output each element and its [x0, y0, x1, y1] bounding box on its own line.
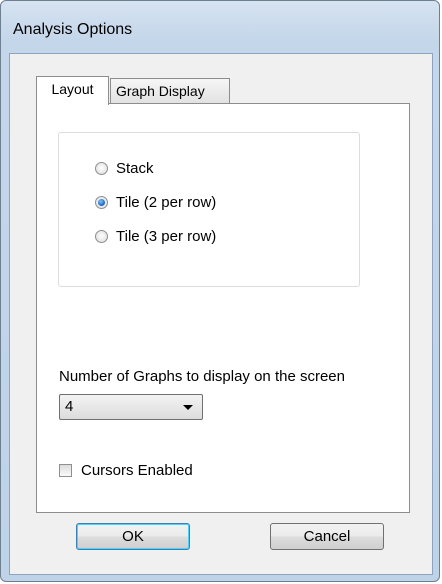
graphs-count-value: 4 [65, 398, 74, 415]
ok-button[interactable]: OK [76, 523, 190, 550]
tab-graph-display-label: Graph Display [116, 83, 205, 99]
cancel-button[interactable]: Cancel [270, 523, 384, 550]
radio-tile-3-label: Tile (3 per row) [116, 227, 217, 245]
radio-tile-3-button[interactable] [95, 229, 108, 243]
analysis-options-window: Analysis Options Layout Graph Display St… [0, 0, 440, 582]
radio-stack-button[interactable] [95, 161, 108, 175]
tab-layout-label: Layout [51, 81, 94, 97]
layout-groupbox: Stack Tile (2 per row) Tile (3 per row) [58, 132, 360, 287]
radio-tile-2-button[interactable] [95, 195, 108, 209]
tab-graph-display[interactable]: Graph Display [110, 78, 230, 103]
tab-layout[interactable]: Layout [36, 76, 109, 105]
dialog-client-area: Layout Graph Display Stack Tile (2 per r… [9, 53, 433, 575]
radio-tile-3[interactable]: Tile (3 per row) [95, 227, 216, 245]
radio-stack-label: Stack [116, 159, 154, 177]
cursors-enabled-checkbox[interactable] [59, 464, 72, 477]
radio-tile-2[interactable]: Tile (2 per row) [95, 193, 216, 211]
graphs-count-dropdown[interactable]: 4 [59, 394, 203, 420]
cursors-enabled-label: Cursors Enabled [81, 462, 193, 479]
window-title: Analysis Options [13, 21, 133, 38]
radio-tile-2-label: Tile (2 per row) [116, 193, 217, 211]
cursors-enabled[interactable]: Cursors Enabled [59, 462, 193, 479]
radio-stack[interactable]: Stack [95, 159, 154, 177]
layout-tab-panel: Stack Tile (2 per row) Tile (3 per row) … [36, 103, 410, 513]
chevron-down-icon[interactable] [183, 405, 193, 410]
graphs-count-label: Number of Graphs to display on the scree… [59, 368, 345, 385]
